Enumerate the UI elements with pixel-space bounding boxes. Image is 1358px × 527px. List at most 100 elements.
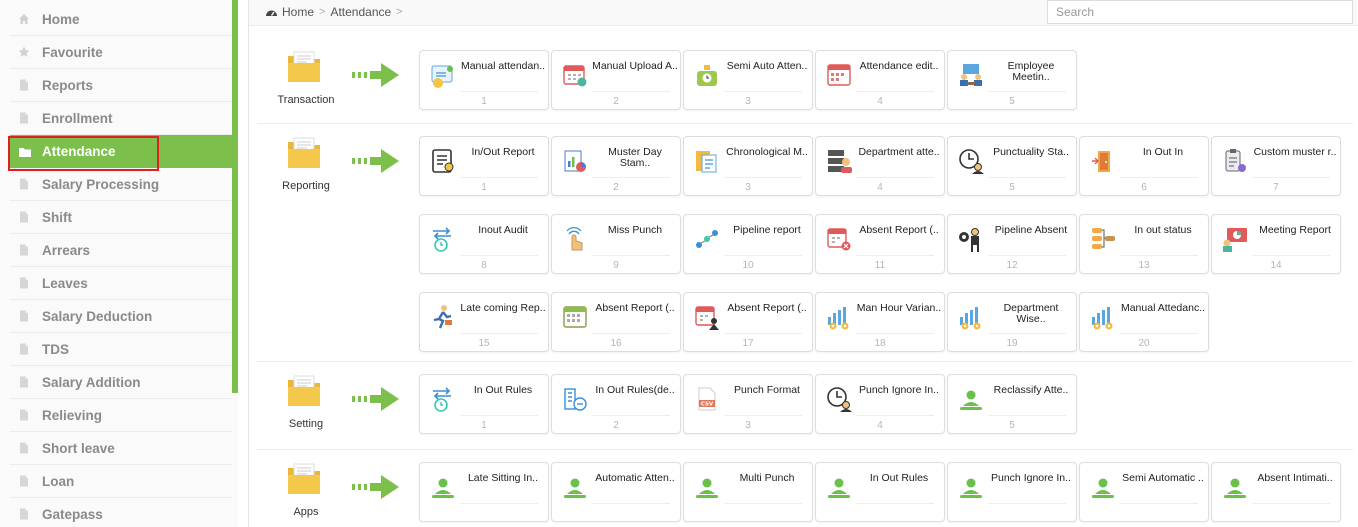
- sidebar-item-enrollment[interactable]: Enrollment: [10, 102, 232, 135]
- tile-reporting-18[interactable]: Man Hour Varian.. 18: [815, 292, 945, 352]
- tile-number: 4: [877, 182, 883, 193]
- tile-reporting-9[interactable]: Miss Punch 9: [551, 214, 681, 274]
- tile-reporting-13[interactable]: In out status 13: [1079, 214, 1209, 274]
- document-icon: [18, 508, 30, 520]
- sidebar-item-arrears[interactable]: Arrears: [10, 234, 232, 267]
- sidebar-item-salary-addition[interactable]: Salary Addition: [10, 366, 232, 399]
- tile-reporting-16[interactable]: Absent Report (.. 16: [551, 292, 681, 352]
- tile-reporting-20[interactable]: Manual Attedanc.. 20: [1079, 292, 1209, 352]
- sidebar-item-home[interactable]: Home: [10, 3, 232, 36]
- arrow-right-icon: [352, 148, 402, 174]
- breadcrumb: Home > Attendance >: [265, 5, 408, 19]
- tile-setting-4[interactable]: Punch Ignore In.. 4: [815, 374, 945, 434]
- tile-label: In Out Rules(de..: [595, 384, 675, 396]
- document-icon: [18, 409, 30, 421]
- section-setting: Setting In Out Rules 1 In Out Rules(de.. 2 CS…: [257, 362, 1353, 450]
- tile-reporting-5[interactable]: Punctuality Sta.. 5: [947, 136, 1077, 196]
- breadcrumb-home[interactable]: Home: [282, 5, 314, 19]
- tile-divider: [592, 177, 670, 178]
- tile-label: In Out Rules: [869, 472, 929, 484]
- tile-divider: [988, 333, 1066, 334]
- tile-reporting-12[interactable]: Pipeline Absent 12: [947, 214, 1077, 274]
- tile-number: 15: [478, 338, 490, 349]
- tile-reporting-6[interactable]: In Out In 6: [1079, 136, 1209, 196]
- tile-number: 9: [613, 260, 619, 271]
- csv-file-icon: CSV: [693, 385, 721, 413]
- tile-apps-7[interactable]: Absent Intimati..: [1211, 462, 1341, 522]
- tile-number: 14: [1270, 260, 1282, 271]
- section-transaction: Transaction Manual attendan.. 1 Manual Uplo…: [257, 38, 1353, 124]
- tile-reporting-10[interactable]: Pipeline report 10: [683, 214, 813, 274]
- sidebar-item-reports[interactable]: Reports: [10, 69, 232, 102]
- sidebar-item-attendance[interactable]: Attendance: [8, 135, 238, 171]
- sidebar-item-tds[interactable]: TDS: [10, 333, 232, 366]
- tile-reporting-19[interactable]: Department Wise.. 19: [947, 292, 1077, 352]
- app-window: Home Favourite Reports Enrollment Attendance…: [0, 0, 1358, 527]
- sidebar-item-salary-deduction[interactable]: Salary Deduction: [10, 300, 232, 333]
- tile-transaction-2[interactable]: Manual Upload A.. 2: [551, 50, 681, 110]
- network-icon: [1089, 225, 1117, 253]
- tile-label: Absent Intimati..: [1257, 472, 1333, 484]
- tile-reporting-7[interactable]: Custom muster r.. 7: [1211, 136, 1341, 196]
- tile-label: Punch Ignore In..: [859, 384, 939, 396]
- tile-number: 4: [877, 96, 883, 107]
- tile-divider: [856, 91, 934, 92]
- sidebar-item-salary-processing[interactable]: Salary Processing: [10, 168, 232, 201]
- tile-label: Late Sitting In..: [467, 472, 539, 484]
- tile-apps-1[interactable]: Late Sitting In..: [419, 462, 549, 522]
- sidebar-item-short-leave[interactable]: Short leave: [10, 432, 232, 465]
- tile-divider: [988, 255, 1066, 256]
- sidebar: Home Favourite Reports Enrollment Attendance…: [0, 0, 238, 527]
- tile-divider: [592, 415, 670, 416]
- tile-transaction-1[interactable]: Manual attendan.. 1: [419, 50, 549, 110]
- sidebar-item-leaves[interactable]: Leaves: [10, 267, 232, 300]
- tile-reporting-17[interactable]: Absent Report (.. 17: [683, 292, 813, 352]
- tile-number: 4: [877, 420, 883, 431]
- tile-number: 1: [481, 182, 487, 193]
- tile-number: 3: [745, 420, 751, 431]
- tile-reporting-3[interactable]: Chronological M.. 3: [683, 136, 813, 196]
- tile-setting-5[interactable]: Reclassify Atte.. 5: [947, 374, 1077, 434]
- tile-transaction-3[interactable]: Semi Auto Atten.. 3: [683, 50, 813, 110]
- tile-divider: [724, 333, 802, 334]
- tile-reporting-11[interactable]: Absent Report (.. 11: [815, 214, 945, 274]
- tile-apps-5[interactable]: Punch Ignore In..: [947, 462, 1077, 522]
- tile-label: In Out In: [1142, 146, 1184, 158]
- tile-apps-2[interactable]: Automatic Atten..: [551, 462, 681, 522]
- tile-reporting-8[interactable]: Inout Audit 8: [419, 214, 549, 274]
- tile-label: In out status: [1134, 224, 1192, 236]
- tile-divider: [988, 177, 1066, 178]
- tile-reporting-1[interactable]: In/Out Report 1: [419, 136, 549, 196]
- sidebar-item-loan[interactable]: Loan: [10, 465, 232, 498]
- tile-number: 1: [481, 420, 487, 431]
- tile-setting-3[interactable]: CSV Punch Format 3: [683, 374, 813, 434]
- tile-label: Man Hour Varian..: [856, 302, 942, 314]
- sidebar-item-relieving[interactable]: Relieving: [10, 399, 232, 432]
- tile-transaction-4[interactable]: Attendance edit.. 4: [815, 50, 945, 110]
- tile-setting-1[interactable]: In Out Rules 1: [419, 374, 549, 434]
- sidebar-item-favourite[interactable]: Favourite: [10, 36, 232, 69]
- tile-reporting-14[interactable]: Meeting Report 14: [1211, 214, 1341, 274]
- tile-apps-4[interactable]: In Out Rules: [815, 462, 945, 522]
- sidebar-item-gatepass[interactable]: Gatepass: [10, 498, 232, 527]
- sidebar-item-label: Leaves: [42, 275, 88, 291]
- tile-divider: [592, 503, 670, 504]
- user-green-icon: [561, 473, 589, 501]
- breadcrumb-separator: >: [319, 6, 326, 18]
- tile-reporting-15[interactable]: Late coming Rep.. 15: [419, 292, 549, 352]
- tile-label: Manual attendan..: [460, 60, 546, 72]
- tile-reporting-4[interactable]: Department atte.. 4: [815, 136, 945, 196]
- tile-setting-2[interactable]: In Out Rules(de.. 2: [551, 374, 681, 434]
- tile-transaction-5[interactable]: Employee Meetin.. 5: [947, 50, 1077, 110]
- tile-apps-3[interactable]: Multi Punch: [683, 462, 813, 522]
- sidebar-item-label: Reports: [42, 77, 94, 93]
- tile-label: Late coming Rep..: [460, 302, 546, 314]
- section-label: Reporting: [282, 180, 330, 192]
- tile-apps-6[interactable]: Semi Automatic ..: [1079, 462, 1209, 522]
- tile-reporting-2[interactable]: Muster Day Stam.. 2: [551, 136, 681, 196]
- sidebar-item-shift[interactable]: Shift: [10, 201, 232, 234]
- person-gear-icon: [957, 225, 985, 253]
- tile-label: Pipeline Absent: [994, 224, 1068, 236]
- search-input[interactable]: [1047, 0, 1353, 24]
- user-green-icon: [1089, 473, 1117, 501]
